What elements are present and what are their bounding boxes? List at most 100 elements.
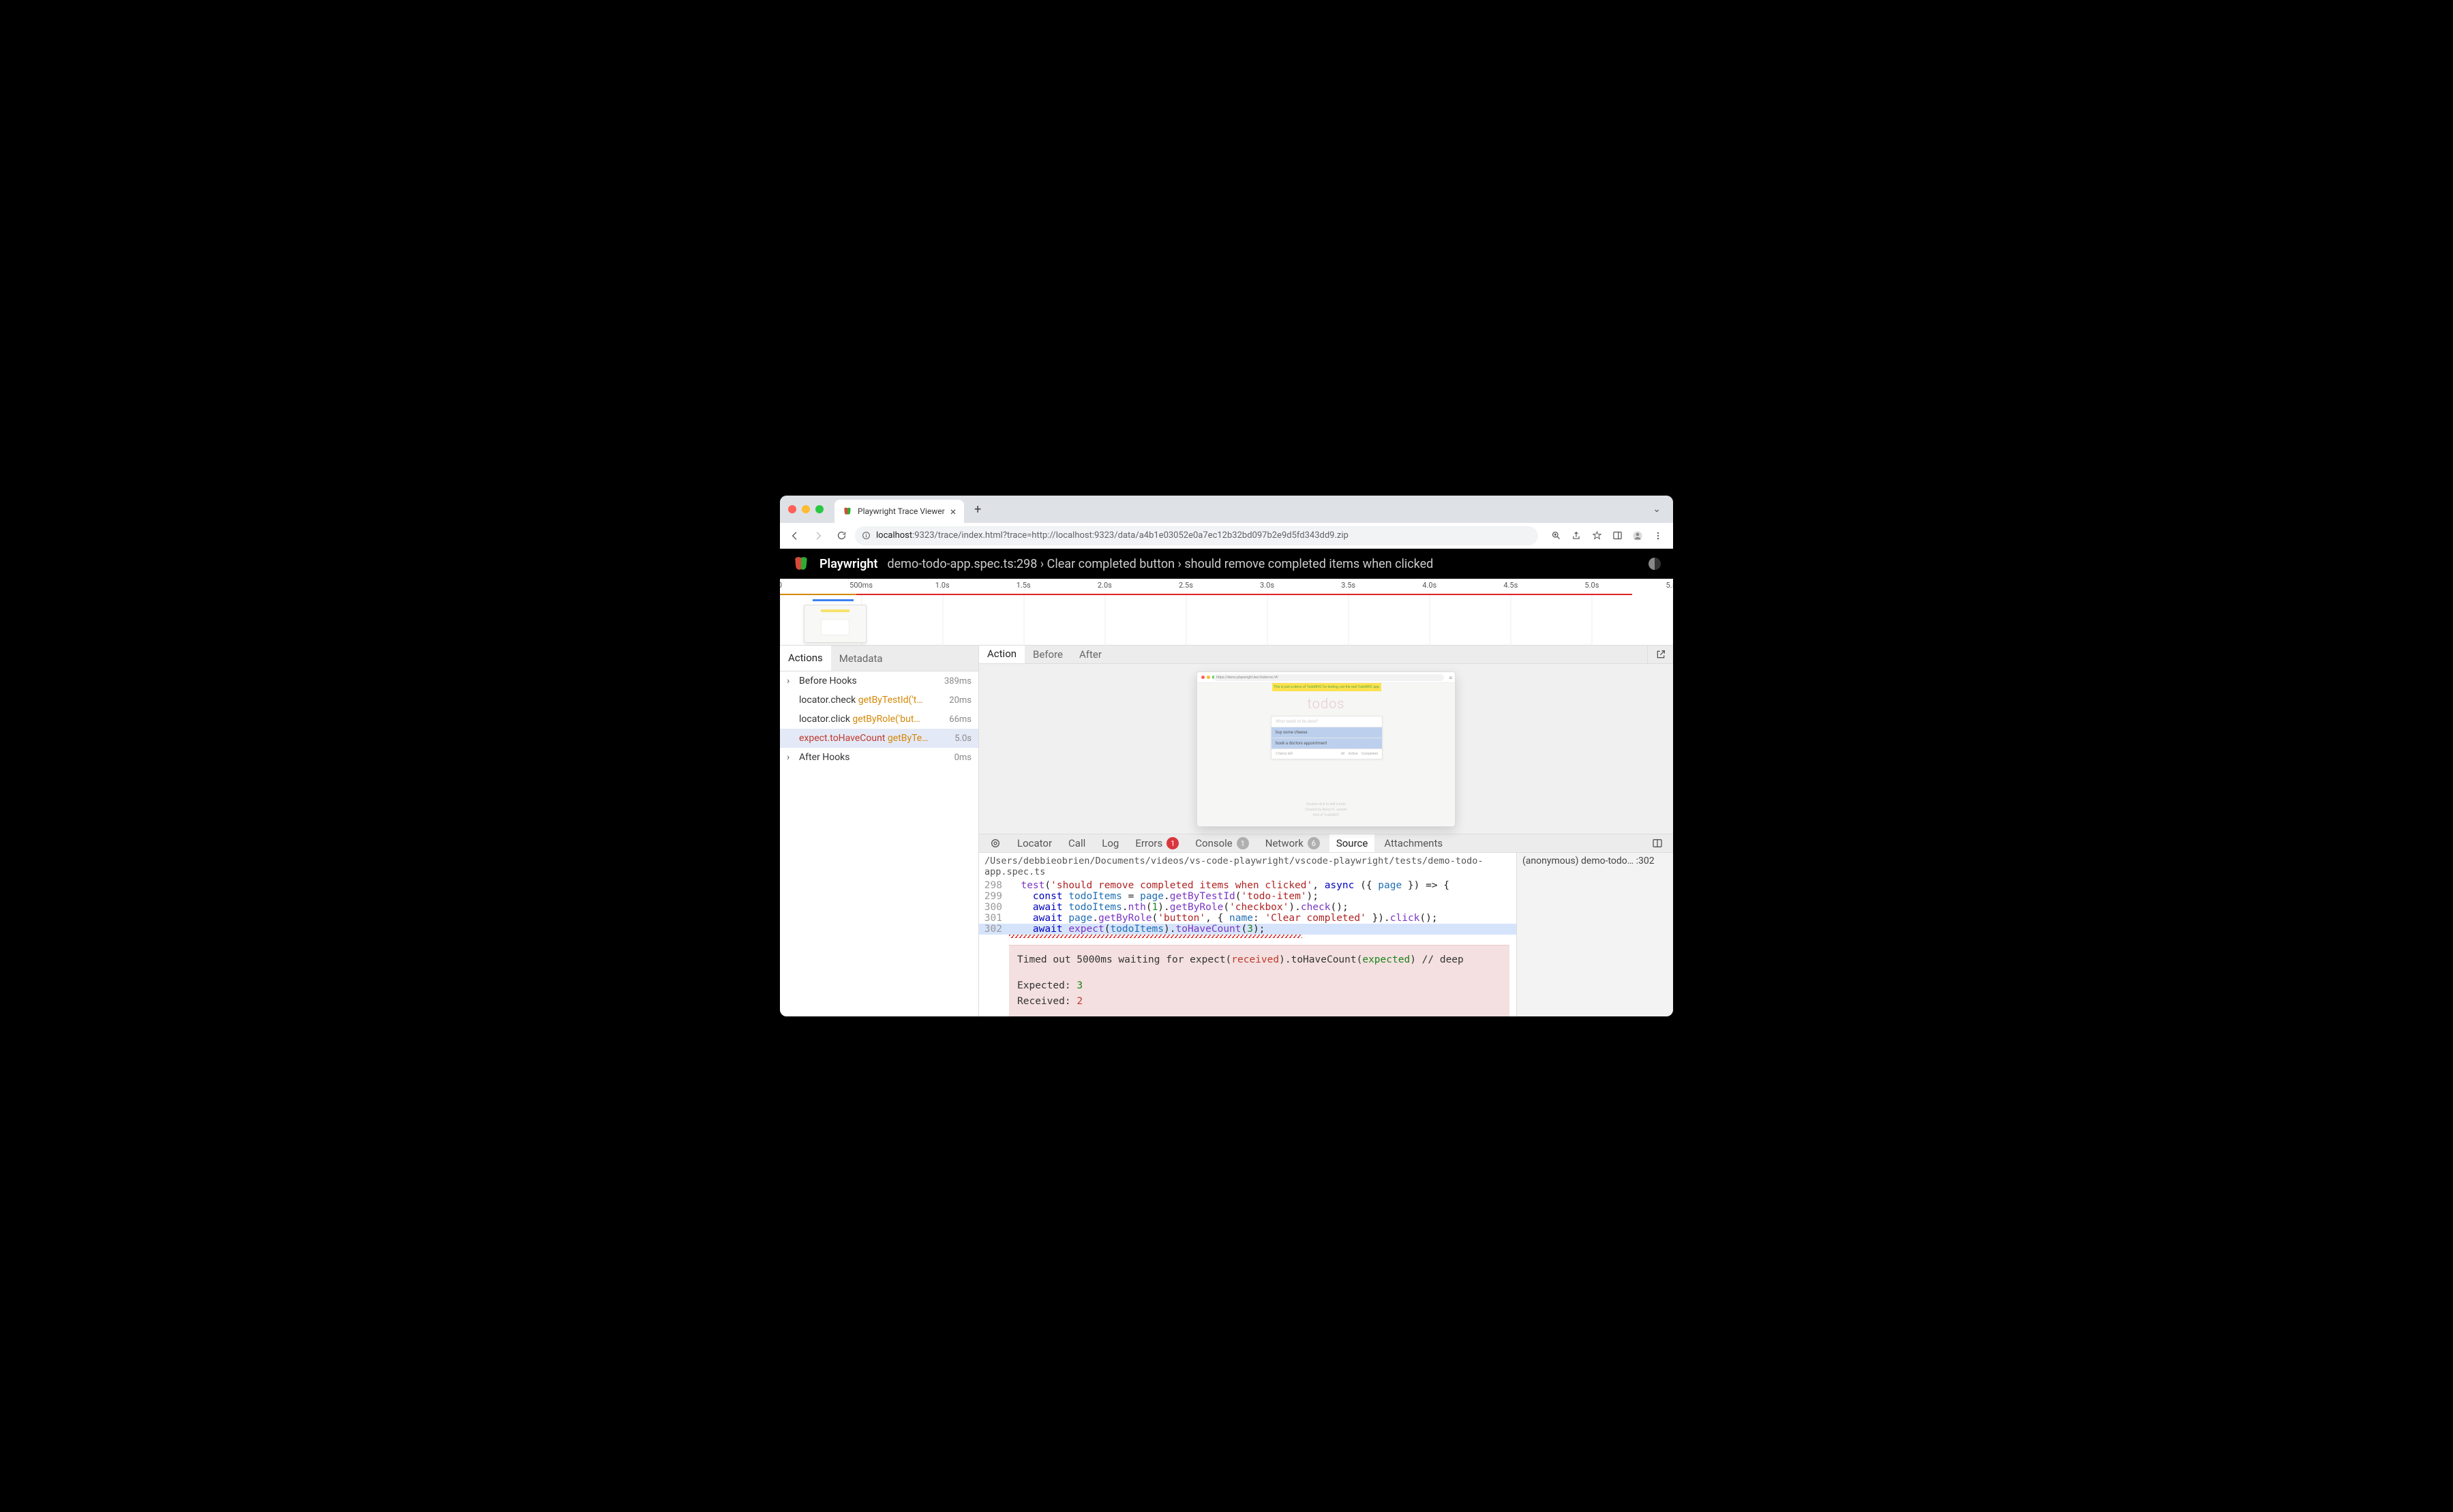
action-duration: 389ms: [944, 676, 972, 686]
console-badge: 1: [1237, 837, 1249, 849]
arrow-left-icon: [789, 530, 800, 541]
source-code[interactable]: 298 test('should remove completed items …: [979, 880, 1516, 935]
playwright-logo-icon: [792, 555, 810, 573]
preview-todo-item: buy some cheese: [1271, 727, 1382, 738]
right-pane: Action Before After https://demo.playwri…: [979, 646, 1673, 1016]
sidepanel-button[interactable]: [1608, 526, 1627, 545]
browser-toolbar: localhost:9323/trace/index.html?trace=ht…: [780, 523, 1673, 549]
action-row[interactable]: › Before Hooks 389ms: [780, 671, 978, 691]
action-label: Before Hooks: [799, 676, 940, 686]
app-header: Playwright demo-todo-app.spec.ts:298 › C…: [780, 549, 1673, 579]
timeline-tick: 1.0s: [935, 581, 950, 590]
app-title: Playwright: [819, 557, 877, 571]
menu-button[interactable]: [1649, 526, 1668, 545]
new-tab-button[interactable]: +: [968, 500, 987, 519]
share-button[interactable]: [1567, 526, 1586, 545]
code-line: 299 const todoItems = page.getByTestId('…: [979, 891, 1516, 902]
action-label: expect.toHaveCount getByTe…: [799, 733, 950, 744]
chevron-right-icon: ›: [787, 676, 795, 686]
line-number: 301: [979, 913, 1009, 924]
action-row[interactable]: locator.click getByRole('but…66ms: [780, 710, 978, 729]
line-text: await expect(todoItems).toHaveCount(3);: [1009, 924, 1265, 935]
timeline-tick: 2.0s: [1098, 581, 1112, 590]
chevron-right-icon: ›: [787, 752, 795, 763]
timeline-screenshot-thumb[interactable]: [804, 605, 867, 643]
code-line: 301 await page.getByRole('button', { nam…: [979, 913, 1516, 924]
source-panel: /Users/debbieobrien/Documents/videos/vs-…: [979, 853, 1673, 1016]
target-icon-button[interactable]: [983, 834, 1008, 852]
action-label: locator.check getByTestId('t…: [799, 695, 945, 706]
close-window-button[interactable]: [788, 505, 796, 513]
profile-button[interactable]: [1628, 526, 1647, 545]
timeline-tick: 500ms: [849, 581, 873, 590]
timeline-tick: 4.0s: [1422, 581, 1436, 590]
close-tab-icon[interactable]: ×: [950, 505, 957, 518]
timeline-hooks-bar: [780, 594, 856, 595]
preview-banner: This is just a demo of TodoMVC for testi…: [1272, 683, 1381, 691]
preview-chrome: https://demo.playwright.dev/todomvc/#/ ≡: [1197, 672, 1455, 683]
timeline-tick: 1.5s: [1017, 581, 1031, 590]
snapshot-tabs: Action Before After: [979, 646, 1673, 664]
error-squiggle: [1009, 935, 1302, 938]
timeline-tick: 4.5s: [1503, 581, 1518, 590]
minimize-window-button[interactable]: [802, 505, 810, 513]
reload-button[interactable]: [832, 526, 851, 545]
theme-toggle-icon[interactable]: [1649, 558, 1661, 570]
tab-log[interactable]: Log: [1095, 834, 1126, 852]
timeline-action-marker: [813, 599, 854, 601]
layout-toggle-button[interactable]: [1646, 838, 1669, 849]
browser-tab[interactable]: Playwright Trace Viewer ×: [834, 500, 964, 523]
action-duration: 0ms: [954, 753, 972, 763]
line-number: 299: [979, 891, 1009, 902]
tab-source[interactable]: Source: [1329, 834, 1374, 852]
action-row[interactable]: locator.check getByTestId('t… 20ms: [780, 691, 978, 710]
forward-button[interactable]: [809, 526, 828, 545]
maximize-window-button[interactable]: [815, 505, 824, 513]
tab-metadata[interactable]: Metadata: [831, 646, 891, 671]
panel-icon: [1612, 530, 1623, 541]
timeline-tick: 5.0s: [1584, 581, 1599, 590]
popout-button[interactable]: [1647, 646, 1673, 663]
tab-network[interactable]: Network6: [1259, 834, 1327, 852]
tab-snapshot-after[interactable]: After: [1071, 646, 1110, 663]
tabs-dropdown-icon[interactable]: ⌄: [1649, 504, 1665, 515]
tab-console[interactable]: Console1: [1188, 834, 1256, 852]
window-controls: [788, 505, 824, 513]
tab-snapshot-action[interactable]: Action: [979, 646, 1025, 663]
browser-window: Playwright Trace Viewer × + ⌄ localhost:…: [780, 496, 1673, 1016]
preview-input: What needs to be done?: [1271, 716, 1382, 727]
tab-call[interactable]: Call: [1062, 834, 1092, 852]
timeline[interactable]: 0500ms1.0s1.5s2.0s2.5s3.0s3.5s4.0s4.5s5.…: [780, 579, 1673, 646]
tab-errors[interactable]: Errors1: [1128, 834, 1186, 852]
action-duration: 66ms: [949, 714, 972, 725]
timeline-ticks: 0500ms1.0s1.5s2.0s2.5s3.0s3.5s4.0s4.5s5.…: [780, 579, 1673, 594]
tab-attachments[interactable]: Attachments: [1377, 834, 1449, 852]
source-main: /Users/debbieobrien/Documents/videos/vs-…: [979, 853, 1516, 1016]
zoom-button[interactable]: [1546, 526, 1565, 545]
stack-frame[interactable]: (anonymous) demo-todo… :302: [1516, 853, 1673, 1016]
address-bar[interactable]: localhost:9323/trace/index.html?trace=ht…: [855, 526, 1538, 545]
preview-footer: 2 items left All Active Completed: [1271, 749, 1382, 759]
tab-title: Playwright Trace Viewer: [858, 506, 945, 516]
line-text: const todoItems = page.getByTestId('todo…: [1009, 891, 1319, 902]
line-text: await todoItems.nth(1).getByRole('checkb…: [1009, 902, 1349, 913]
tab-snapshot-before[interactable]: Before: [1025, 646, 1071, 663]
action-row[interactable]: ›After Hooks0ms: [780, 748, 978, 767]
back-button[interactable]: [785, 526, 804, 545]
kebab-icon: [1653, 531, 1663, 541]
details-tabs: Locator Call Log Errors1 Console1 Networ…: [979, 834, 1673, 853]
timeline-tick: 3.0s: [1260, 581, 1274, 590]
line-text: test('should remove completed items when…: [1009, 880, 1449, 891]
action-row[interactable]: expect.toHaveCount getByTe… 5.0s: [780, 729, 978, 748]
line-number: 300: [979, 902, 1009, 913]
target-icon: [990, 838, 1001, 849]
preview-url: https://demo.playwright.dev/todomvc/#/: [1214, 674, 1444, 681]
action-duration: 20ms: [949, 695, 972, 706]
playwright-favicon: [843, 506, 852, 516]
columns-icon: [1652, 838, 1663, 849]
bookmark-button[interactable]: [1587, 526, 1606, 545]
tab-locator[interactable]: Locator: [1010, 834, 1059, 852]
action-duration: 5.0s: [954, 734, 972, 744]
url-text: localhost:9323/trace/index.html?trace=ht…: [876, 530, 1349, 541]
tab-actions[interactable]: Actions: [780, 646, 831, 671]
